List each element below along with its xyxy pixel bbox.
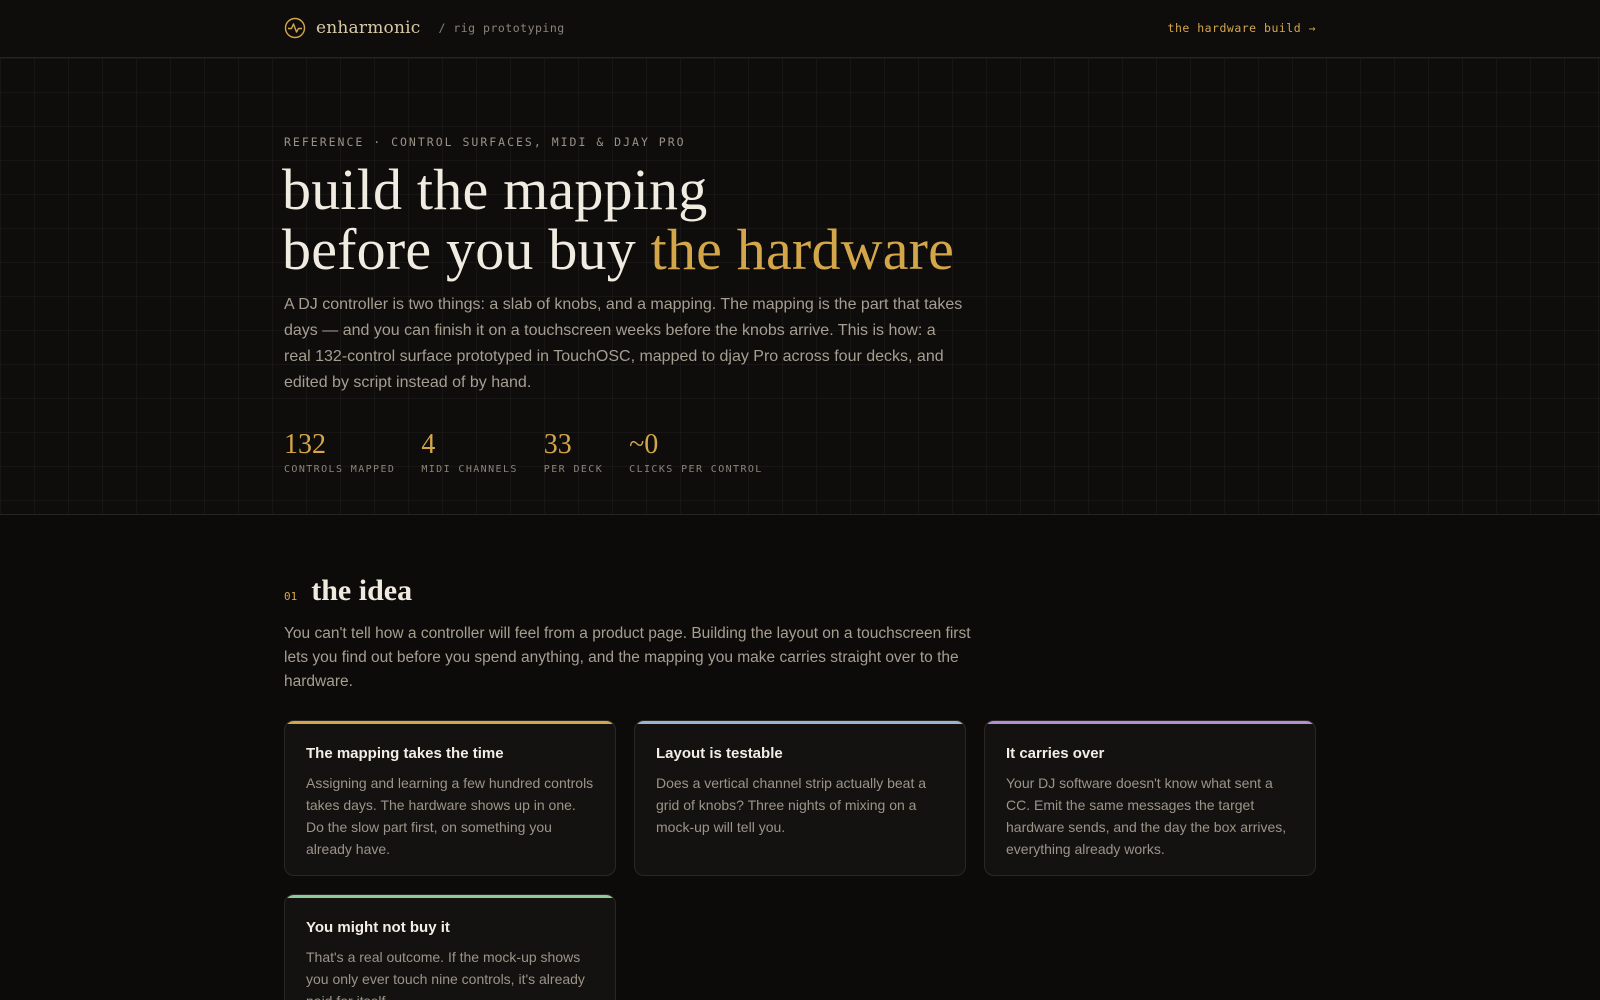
- hero-eyebrow: REFERENCE · CONTROL SURFACES, MIDI & DJA…: [284, 135, 686, 149]
- card-title: Layout is testable: [656, 745, 783, 762]
- card-title: It carries over: [1006, 745, 1105, 762]
- hero-lede: A DJ controller is two things: a slab of…: [284, 296, 963, 391]
- card-might-not-buy: You might not buy it That's a real outco…: [284, 894, 616, 1000]
- section-lede: You can't tell how a controller will fee…: [284, 625, 971, 690]
- card-body: Your DJ software doesn't know what sent …: [1006, 775, 1287, 857]
- hero-section: REFERENCE · CONTROL SURFACES, MIDI & DJA…: [0, 58, 1600, 515]
- stat-label: CLICKS PER CONTROL: [629, 464, 763, 475]
- idea-cards: The mapping takes the time Assigning and…: [284, 720, 1316, 1000]
- stats-row: 132 CONTROLS MAPPED 4 MIDI CHANNELS 33 P…: [284, 429, 789, 476]
- card-title: The mapping takes the time: [306, 745, 504, 762]
- stat-midi-channels: 4 MIDI CHANNELS: [421, 429, 518, 476]
- stat-value: 33: [543, 429, 572, 460]
- section-number: 01: [284, 590, 298, 603]
- stat-label: PER DECK: [543, 464, 604, 475]
- stat-value: 4: [421, 429, 436, 460]
- card-layout-testable: Layout is testable Does a vertical chann…: [634, 720, 966, 876]
- stat-value: 132: [284, 429, 326, 460]
- card-body: That's a real outcome. If the mock-up sh…: [306, 949, 585, 1000]
- stat-value: ~0: [629, 429, 659, 460]
- waveform-logo-icon: [284, 17, 306, 39]
- stat-per-deck: 33 PER DECK: [543, 429, 604, 476]
- card-carries-over: It carries over Your DJ software doesn't…: [984, 720, 1316, 876]
- stat-controls-mapped: 132 CONTROLS MAPPED: [284, 429, 396, 476]
- brand[interactable]: enharmonic / rig prototyping: [284, 17, 565, 39]
- brand-name: enharmonic: [316, 18, 421, 38]
- section-title: the idea: [311, 574, 413, 607]
- stat-label: MIDI CHANNELS: [421, 464, 518, 475]
- hardware-build-link[interactable]: the hardware build →: [1168, 21, 1316, 35]
- card-body: Does a vertical channel strip actually b…: [656, 775, 927, 835]
- stat-clicks-per-control: ~0 CLICKS PER CONTROL: [629, 429, 763, 476]
- card-body: Assigning and learning a few hundred con…: [306, 775, 594, 857]
- headline-accent: the hardware: [650, 217, 955, 282]
- section-heading: 01 the idea: [284, 574, 412, 608]
- page-title: build the mapping before you buy the har…: [282, 160, 954, 280]
- stat-label: CONTROLS MAPPED: [284, 464, 396, 475]
- card-title: You might not buy it: [306, 919, 450, 936]
- headline-line-2: before you buy: [282, 217, 636, 282]
- top-bar: enharmonic / rig prototyping the hardwar…: [0, 0, 1600, 58]
- breadcrumb: / rig prototyping: [438, 21, 565, 35]
- headline-line-1: build the mapping: [282, 157, 708, 222]
- card-mapping-takes-time: The mapping takes the time Assigning and…: [284, 720, 616, 876]
